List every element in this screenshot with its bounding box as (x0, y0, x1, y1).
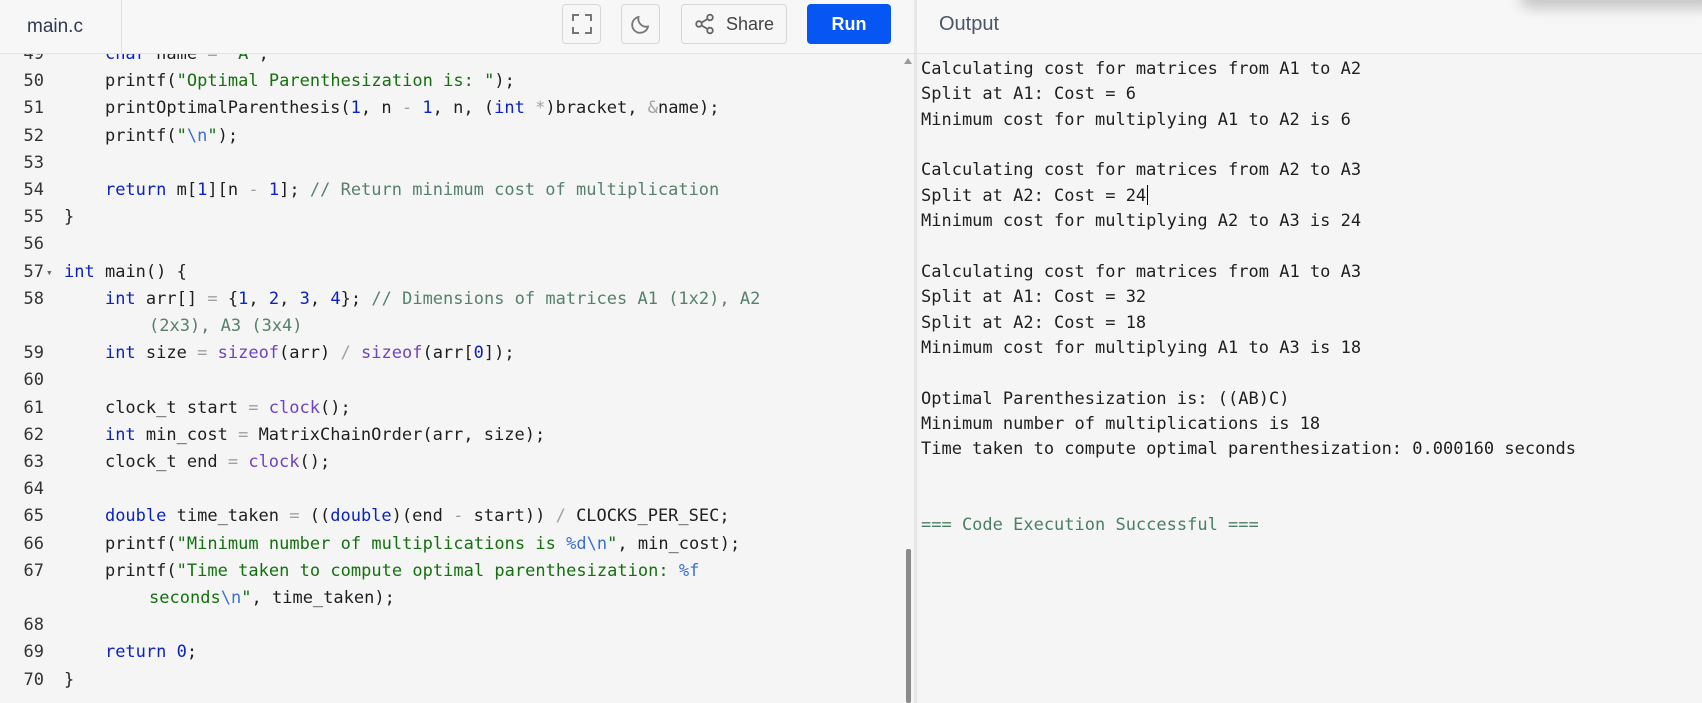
code-text: printf("Time taken to compute optimal pa… (104, 560, 700, 581)
line-number: 62 (23, 424, 44, 445)
share-label: Share (725, 13, 775, 34)
code-text: clock_t start = clock(); (104, 397, 351, 418)
output-line: Minimum cost for multiplying A1 to A3 is… (921, 337, 1362, 358)
output-line: Calculating cost for matrices from A1 to… (921, 59, 1362, 79)
code-text: char name = 'A'; (104, 54, 269, 64)
code-text: double time_taken = ((double)(end - star… (104, 506, 730, 527)
output-line: Calculating cost for matrices from A2 to… (921, 160, 1362, 181)
share-icon (695, 13, 714, 35)
code-text: seconds\n", time_taken); (149, 588, 395, 608)
line-number: 66 (23, 533, 44, 554)
line-number: 60 (23, 370, 44, 391)
line-number: 54 (23, 180, 44, 200)
output-title: Output (939, 12, 1000, 35)
execution-status: === Code Execution Successful === (921, 515, 1259, 536)
line-number: 50 (23, 71, 44, 92)
line-number: 59 (23, 343, 44, 364)
code-editor[interactable]: 49 char name = 'A'; 50 printf("Optimal Pa… (0, 54, 914, 703)
scroll-up-arrow-icon[interactable] (904, 58, 912, 64)
text-caret (1147, 184, 1149, 205)
output-line: Time taken to compute optimal parenthesi… (921, 439, 1577, 460)
theme-toggle-button[interactable] (621, 4, 660, 44)
line-number: 53 (23, 152, 44, 173)
code-text: return m[1][n - 1]; // Return minimum co… (104, 180, 720, 200)
line-number: 49 (23, 54, 44, 64)
code-text: } (64, 669, 75, 690)
file-tab-label: main.c (27, 15, 83, 37)
line-number: 52 (23, 125, 44, 146)
file-tab[interactable]: main.c (0, 0, 122, 53)
code-text: int arr[] = {1, 2, 3, 4}; // Dimensions … (104, 288, 761, 309)
output-line: Split at A1: Cost = 32 (921, 287, 1147, 308)
code-text: clock_t end = clock(); (104, 452, 331, 472)
top-bar: main.c Share Run Output (0, 0, 1702, 54)
line-number: 69 (23, 642, 44, 663)
output-line: Calculating cost for matrices from A1 to… (921, 261, 1362, 282)
code-text: printf("\n"); (104, 125, 239, 146)
output-line: Optimal Parenthesization is: ((AB)C) (921, 388, 1290, 409)
output-line: Minimum number of multiplications is 18 (921, 413, 1321, 434)
run-button[interactable]: Run (807, 4, 891, 44)
share-button[interactable]: Share (681, 4, 787, 44)
line-number: 65 (23, 506, 44, 527)
line-number: 63 (23, 452, 44, 472)
code-text: int size = sizeof(arr) / sizeof(arr[0]); (104, 343, 515, 364)
output-line: Minimum cost for multiplying A2 to A3 is… (921, 211, 1362, 232)
line-number: 67 (23, 560, 44, 581)
line-number: 70 (23, 669, 44, 690)
line-number: 56 (23, 234, 44, 255)
code-text: int min_cost = MatrixChainOrder(arr, siz… (104, 424, 546, 445)
line-number: 55 (23, 207, 44, 228)
editor-scrollbar-thumb[interactable] (906, 549, 911, 703)
fold-arrow-icon[interactable]: ▾ (46, 259, 53, 286)
line-number: 51 (23, 98, 44, 119)
code-text: } (64, 207, 75, 228)
output-console: Calculating cost for matrices from A1 to… (917, 54, 1702, 703)
line-number: 64 (23, 479, 44, 500)
code-text: return 0; (104, 642, 198, 663)
line-number: 68 (23, 615, 44, 636)
output-line: Split at A2: Cost = 18 (921, 312, 1147, 333)
run-label: Run (831, 13, 867, 34)
line-number: 57 (23, 261, 44, 282)
code-text: printf("Optimal Parenthesization is: "); (104, 71, 515, 92)
code-text: int main() { (64, 261, 187, 282)
line-number: 58 (23, 288, 44, 309)
shadow-overlay (1520, 0, 1702, 8)
output-line: Split at A2: Cost = 24 (921, 184, 1149, 206)
code-text: printOptimalParenthesis(1, n - 1, n, (in… (104, 98, 720, 119)
output-line: Minimum cost for multiplying A1 to A2 is… (921, 109, 1351, 130)
code-text: (2x3), A3 (3x4) (149, 316, 303, 336)
line-number: 61 (23, 397, 44, 418)
code-text: printf("Minimum number of multiplication… (104, 533, 741, 554)
moon-icon (630, 15, 649, 34)
fullscreen-button[interactable] (562, 4, 601, 44)
fullscreen-icon (571, 14, 592, 34)
output-line: Split at A1: Cost = 6 (921, 84, 1136, 105)
